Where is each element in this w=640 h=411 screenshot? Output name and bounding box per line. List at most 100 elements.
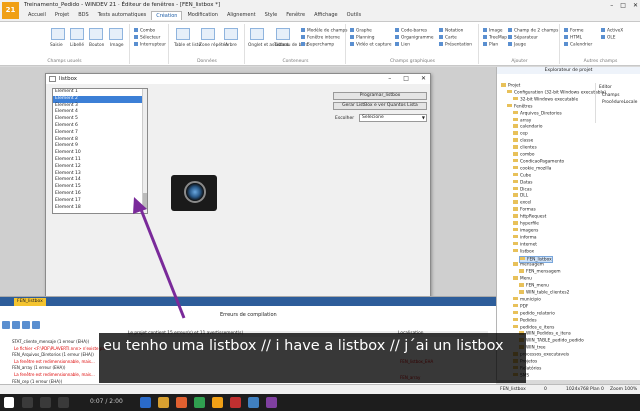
- tree-item[interactable]: Configuration (32-bit Windows executable…: [507, 89, 606, 95]
- tree-item[interactable]: classe: [513, 138, 533, 143]
- combo-select[interactable]: Selecione ▼: [359, 114, 427, 122]
- lien-item[interactable]: Lien: [395, 42, 410, 48]
- tab-fen-listbox[interactable]: FEN_listbox: [14, 298, 46, 306]
- tree-item[interactable]: informa: [513, 234, 537, 240]
- refresh-icon[interactable]: [2, 321, 10, 329]
- app-icon[interactable]: [40, 397, 51, 408]
- calendrier-item[interactable]: Calendrier: [564, 42, 592, 48]
- planning-item[interactable]: Planning: [350, 35, 375, 41]
- tree-item[interactable]: FEN_menu: [519, 283, 549, 288]
- listbox-item[interactable]: Element 10: [53, 150, 147, 157]
- table-liste-button[interactable]: [176, 28, 190, 40]
- listbox-item[interactable]: Element 15: [53, 184, 147, 191]
- saisie-button[interactable]: [51, 28, 65, 40]
- app-icon[interactable]: [58, 397, 69, 408]
- app-icon[interactable]: [176, 397, 187, 408]
- maximize-icon[interactable]: □: [403, 75, 409, 82]
- windev-taskbar-icon[interactable]: [212, 397, 223, 408]
- tree-item[interactable]: httpRequest: [513, 214, 546, 219]
- interrupteur-item[interactable]: Interrupteur: [134, 42, 166, 48]
- graphe-item[interactable]: Graphe: [350, 28, 372, 34]
- tree-item[interactable]: hyperfile: [513, 221, 539, 226]
- app-icon[interactable]: [140, 397, 151, 408]
- tab-création[interactable]: Création: [151, 11, 183, 20]
- error-icon[interactable]: [22, 321, 30, 329]
- tree-item[interactable]: cookie_mozilla: [513, 165, 551, 171]
- listbox-item[interactable]: Element 17: [53, 198, 147, 205]
- code-barres-item[interactable]: Code-barres: [395, 28, 427, 34]
- warning-icon[interactable]: [32, 321, 40, 329]
- fenetre-interne-item[interactable]: Fenêtre interne: [301, 35, 340, 41]
- presentation-item[interactable]: Présentation: [439, 42, 472, 48]
- modele-champs-item[interactable]: Modèle de champs: [301, 28, 348, 34]
- activex-item[interactable]: ActiveX: [601, 28, 623, 34]
- tree-item[interactable]: calendario: [513, 124, 543, 130]
- error-row[interactable]: La fenêtre est redimensionnable, mais...: [14, 359, 95, 364]
- bouton-button[interactable]: [89, 28, 103, 40]
- tab-accueil[interactable]: Accueil: [24, 11, 50, 20]
- champ-2-champs-item[interactable]: Champ de 2 champs: [508, 28, 558, 34]
- tree-item[interactable]: municipio: [513, 296, 541, 302]
- tableau-bord-button[interactable]: [276, 28, 290, 40]
- combo-item[interactable]: Combo: [134, 28, 155, 34]
- ole-item[interactable]: OLE: [601, 35, 616, 41]
- jauge-item[interactable]: Jauge: [508, 42, 526, 48]
- listbox[interactable]: Element 1 Element 2 Element 3 Element 4 Elem…: [52, 88, 148, 214]
- tree-item[interactable]: pedido_relatorio: [513, 310, 555, 316]
- listbox-item[interactable]: Element 7: [53, 130, 147, 137]
- tab-outils[interactable]: Outils: [343, 11, 365, 20]
- superchamp-item[interactable]: Superchamp: [301, 42, 334, 48]
- form-listbox-window[interactable]: listbox – □ ✕ Element 1 Element 2 Element …: [45, 73, 431, 298]
- listbox-item[interactable]: Element 12: [53, 164, 147, 171]
- carte-item[interactable]: Carte: [439, 35, 457, 41]
- html-item[interactable]: HTML: [564, 35, 582, 41]
- tree-item[interactable]: PDF: [513, 303, 528, 309]
- folder-icon[interactable]: [158, 397, 169, 408]
- tab-fenêtre[interactable]: Fenêtre: [282, 11, 309, 20]
- tree-item[interactable]: combo: [513, 152, 535, 157]
- treemap-item[interactable]: TreeMap: [483, 35, 507, 41]
- close-icon[interactable]: ✕: [633, 2, 638, 9]
- error-row[interactable]: FEN_array (1 erreur (EHA)): [12, 365, 65, 370]
- tree-item[interactable]: cep: [513, 131, 528, 137]
- scrollbar-thumb[interactable]: [143, 193, 147, 209]
- error-row[interactable]: FEN_cep (1 erreur (EHA)): [12, 379, 62, 384]
- listbox-item[interactable]: Element 5: [53, 116, 147, 123]
- tree-item[interactable]: Arquivos_Diretorios: [513, 110, 562, 116]
- error-row[interactable]: Le fichier <F:\PDF\PLAVERTI.nnn> n'exist…: [14, 346, 107, 351]
- onglet-button[interactable]: [250, 28, 264, 40]
- tab-affichage[interactable]: Affichage: [310, 11, 342, 20]
- tree-item[interactable]: listbox: [513, 248, 534, 254]
- maximize-icon[interactable]: □: [620, 2, 626, 9]
- app-icon[interactable]: [266, 397, 277, 408]
- arbre-button[interactable]: [224, 28, 238, 40]
- tree-item[interactable]: mensagem: [513, 262, 544, 268]
- tab-modification[interactable]: Modification: [183, 11, 221, 20]
- listbox-item[interactable]: Element 2: [53, 95, 147, 103]
- zone-repetee-button[interactable]: [201, 28, 215, 40]
- organigramme-item[interactable]: Organigramme: [395, 35, 434, 41]
- listbox-item[interactable]: Element 6: [53, 123, 147, 130]
- listbox-item[interactable]: Element 11: [53, 157, 147, 164]
- listbox-scrollbar[interactable]: [142, 89, 147, 213]
- app-icon[interactable]: [194, 397, 205, 408]
- programar-listbox-button[interactable]: Programar_listbox: [333, 92, 427, 100]
- listbox-item[interactable]: Element 18: [53, 205, 147, 212]
- selecteur-item[interactable]: Sélecteur: [134, 35, 160, 41]
- tree-item[interactable]: DLL: [513, 193, 528, 199]
- tree-item[interactable]: 32-bit Windows executable: [513, 96, 578, 102]
- image-item[interactable]: Image: [483, 28, 502, 34]
- tree-item[interactable]: pedidos_e_itens: [513, 324, 554, 330]
- libelle-button[interactable]: [70, 28, 84, 40]
- minimize-icon[interactable]: –: [610, 2, 613, 9]
- tree-item[interactable]: clientes: [513, 145, 537, 150]
- side-item-champs[interactable]: Champs: [602, 93, 620, 98]
- side-item-procedure[interactable]: ProcédureLocale: [602, 100, 637, 105]
- tree-item[interactable]: WIN_table_clientes2: [519, 290, 569, 295]
- tree-item[interactable]: WIN_Pedidos_e_itens: [519, 331, 571, 337]
- separateur-item[interactable]: Séparateur: [508, 35, 538, 41]
- notation-item[interactable]: Notation: [439, 28, 463, 34]
- tree-item[interactable]: FEN_mensagem: [519, 269, 561, 275]
- tab-bds[interactable]: BDS: [74, 11, 92, 20]
- error-row[interactable]: La fenêtre est redimensionnable, mais...: [14, 372, 95, 377]
